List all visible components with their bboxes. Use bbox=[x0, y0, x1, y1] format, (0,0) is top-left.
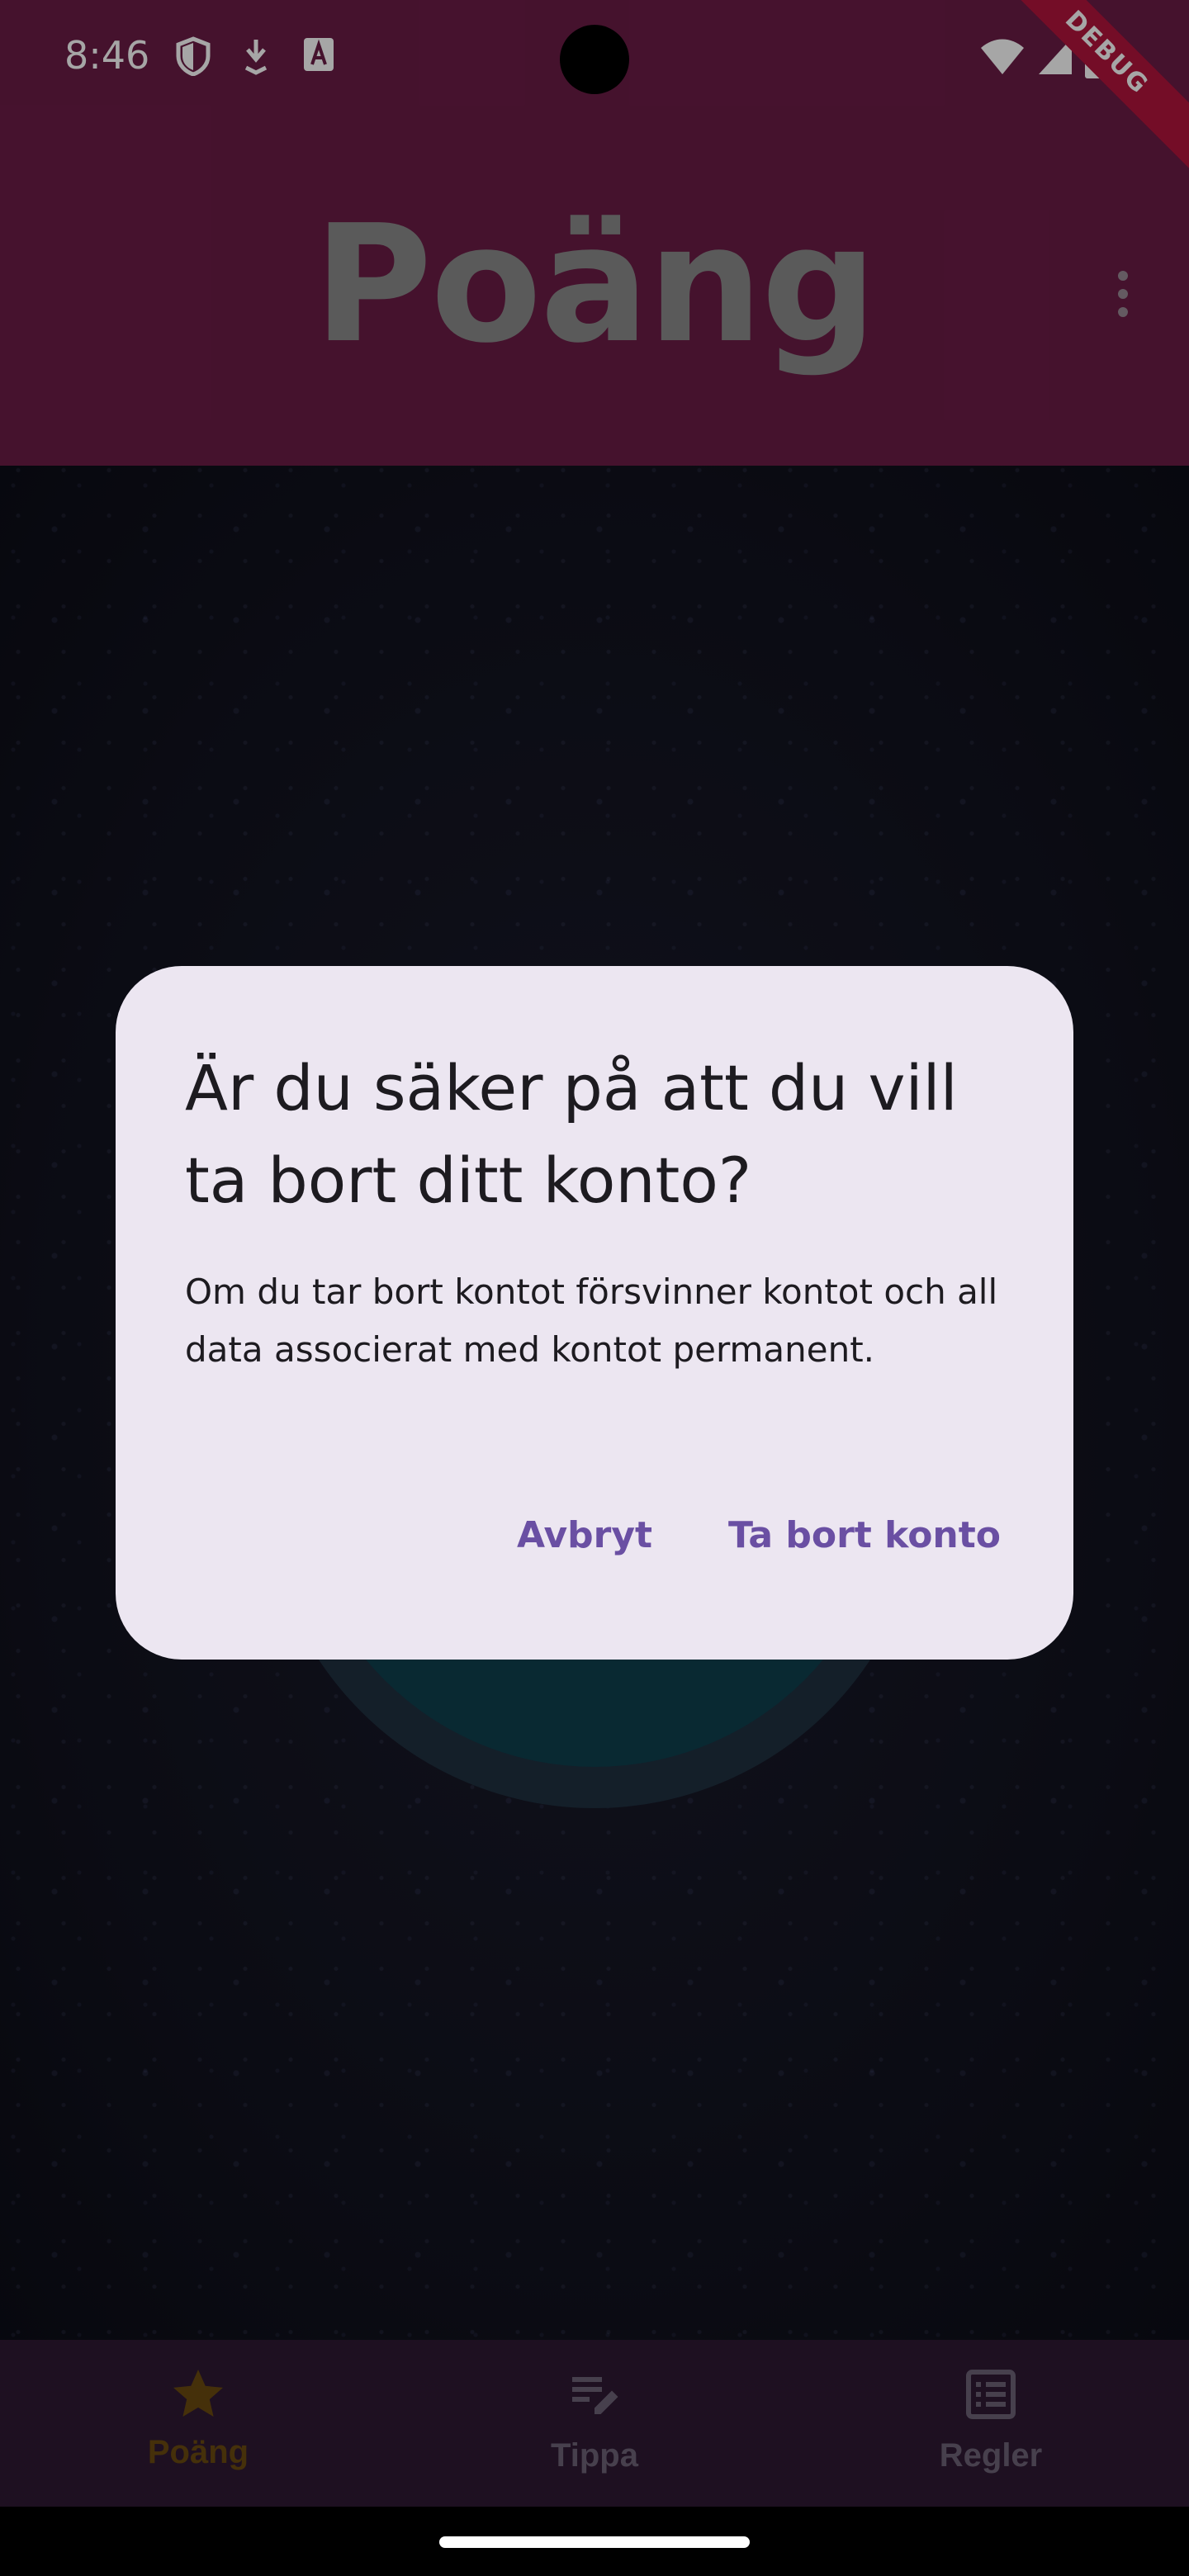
home-indicator[interactable] bbox=[439, 2536, 750, 2548]
delete-account-button[interactable]: Ta bort konto bbox=[708, 1494, 1021, 1577]
cancel-button[interactable]: Avbryt bbox=[497, 1494, 672, 1577]
delete-account-dialog: Är du säker på att du vill ta bort ditt … bbox=[116, 966, 1073, 1660]
dialog-title: Är du säker på att du vill ta bort ditt … bbox=[185, 1051, 958, 1217]
dialog-body: Om du tar bort kontot försvinner kontot … bbox=[185, 1271, 998, 1370]
